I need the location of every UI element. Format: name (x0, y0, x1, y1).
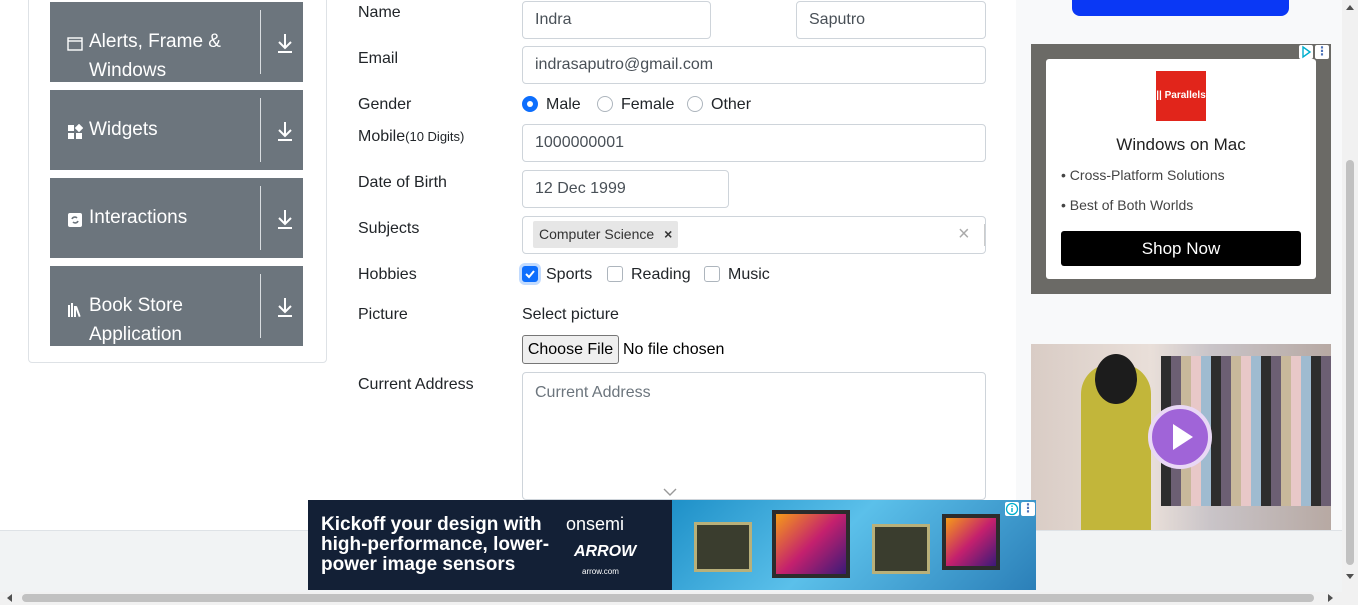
subject-chip: Computer Science × (533, 221, 679, 248)
play-button[interactable] (1148, 405, 1212, 469)
download-arrow-icon[interactable] (276, 208, 294, 230)
ad-card: || Parallels Windows on Mac • Cross-Plat… (1046, 59, 1316, 279)
subjects-label: Subjects (358, 220, 420, 237)
gender-male-radio[interactable] (522, 96, 538, 112)
right-ad-column: ⋮ || Parallels Windows on Mac • Cross-Pl… (1016, 0, 1342, 530)
hobby-reading-label[interactable]: Reading (631, 266, 691, 284)
divider (260, 10, 261, 74)
window-icon (67, 37, 83, 51)
gender-male-label[interactable]: Male (546, 96, 581, 114)
sensor-chip (772, 510, 850, 578)
ad-headline: Kickoff your design with high-performanc… (321, 514, 550, 575)
horizontal-scrollbar[interactable] (0, 592, 1358, 605)
chevron-down-icon[interactable] (663, 487, 677, 497)
gender-label: Gender (358, 96, 412, 113)
gender-female-label[interactable]: Female (621, 96, 674, 114)
download-arrow-icon[interactable] (276, 120, 294, 142)
checkmark-icon (525, 270, 535, 279)
sidebar-group-label: Widgets (89, 119, 158, 140)
blue-ad-button[interactable] (1072, 0, 1289, 16)
vertical-scroll-thumb[interactable] (1346, 160, 1354, 565)
ad-bullet: • Cross-Platform Solutions (1061, 167, 1225, 183)
book-icon (68, 303, 81, 318)
scroll-down-icon[interactable] (1346, 574, 1354, 580)
scroll-right-icon[interactable] (1328, 594, 1334, 602)
current-address-textarea[interactable]: Current Address (522, 372, 986, 500)
sensor-chip (942, 514, 1000, 570)
sidebar-group-label: Book Store Application (89, 295, 183, 345)
gender-female-radio[interactable] (597, 96, 613, 112)
hobby-music-label[interactable]: Music (728, 266, 770, 284)
hobby-sports-label[interactable]: Sports (546, 266, 592, 284)
parallels-ad[interactable]: ⋮ || Parallels Windows on Mac • Cross-Pl… (1031, 44, 1331, 294)
sidebar-group-alerts[interactable]: Alerts, Frame & Windows (50, 2, 303, 82)
hobby-sports-checkbox[interactable] (522, 266, 538, 282)
textarea-placeholder: Current Address (535, 384, 651, 401)
divider (260, 98, 261, 162)
horizontal-scroll-thumb[interactable] (22, 594, 1314, 602)
clear-subjects-icon[interactable]: × (958, 224, 970, 244)
scroll-left-icon[interactable] (6, 594, 12, 602)
arrow-url: arrow.com (582, 567, 619, 576)
first-name-input[interactable]: Indra (522, 1, 711, 39)
ad-menu-icon[interactable]: ⋮ (1021, 502, 1035, 516)
sensor-image (672, 500, 1036, 590)
ad-bullet: • Best of Both Worlds (1061, 197, 1194, 213)
mobile-hint: (10 Digits) (405, 129, 465, 144)
divider (260, 274, 261, 338)
hobbies-label: Hobbies (358, 266, 417, 283)
email-label: Email (358, 50, 399, 67)
no-file-text: No file chosen (623, 341, 725, 358)
gender-other-label[interactable]: Other (711, 96, 751, 114)
dob-input[interactable]: 12 Dec 1999 (522, 170, 729, 208)
mobile-label: Mobile(10 Digits) (358, 128, 464, 146)
email-input[interactable]: indrasaputro@gmail.com (522, 46, 986, 84)
ad-menu-icon[interactable]: ⋮ (1315, 45, 1329, 59)
divider (260, 186, 261, 250)
sensor-chip (694, 522, 752, 572)
adchoices-icon[interactable] (1005, 502, 1019, 516)
download-arrow-icon[interactable] (276, 32, 294, 54)
divider (984, 224, 985, 246)
subject-chip-label: Computer Science (539, 226, 655, 242)
sidebar-group-widgets[interactable]: Widgets (50, 90, 303, 170)
download-arrow-icon[interactable] (276, 296, 294, 318)
picture-label: Picture (358, 306, 408, 323)
bottom-ad-banner[interactable]: Kickoff your design with high-performanc… (308, 500, 1036, 590)
dob-label: Date of Birth (358, 174, 447, 191)
interactions-icon (68, 213, 82, 227)
choose-file-button[interactable]: Choose File (522, 335, 619, 364)
onsemi-logo: onsemi (566, 514, 625, 534)
arrow-logo: ARROW (574, 543, 637, 560)
sidebar-group-label: Interactions (89, 207, 188, 228)
sidebar-group-interactions[interactable]: Interactions (50, 178, 303, 258)
sidebar-group-bookstore[interactable]: Book Store Application (50, 266, 303, 346)
widgets-icon (68, 124, 83, 139)
name-label: Name (358, 4, 401, 21)
model-head (1095, 354, 1137, 404)
mobile-input[interactable]: 1000000001 (522, 124, 986, 162)
hobby-music-checkbox[interactable] (704, 266, 720, 282)
mobile-label-text: Mobile (358, 128, 406, 145)
sensor-chip (872, 524, 930, 574)
vertical-scrollbar[interactable] (1342, 0, 1358, 592)
last-name-input[interactable]: Saputro (796, 1, 986, 39)
chip-remove-icon[interactable]: × (664, 226, 672, 242)
sidebar-group-label: Alerts, Frame & Windows (89, 31, 221, 81)
scroll-up-icon[interactable] (1346, 4, 1354, 10)
video-ad[interactable] (1031, 344, 1331, 530)
shop-now-button[interactable]: Shop Now (1061, 231, 1301, 266)
adchoices-icon[interactable] (1299, 45, 1313, 59)
current-address-label: Current Address (358, 376, 474, 393)
hobby-reading-checkbox[interactable] (607, 266, 623, 282)
parallels-logo: || Parallels (1156, 71, 1206, 121)
select-picture-label: Select picture (522, 306, 619, 323)
ad-title: Windows on Mac (1116, 135, 1246, 154)
gender-other-radio[interactable] (687, 96, 703, 112)
